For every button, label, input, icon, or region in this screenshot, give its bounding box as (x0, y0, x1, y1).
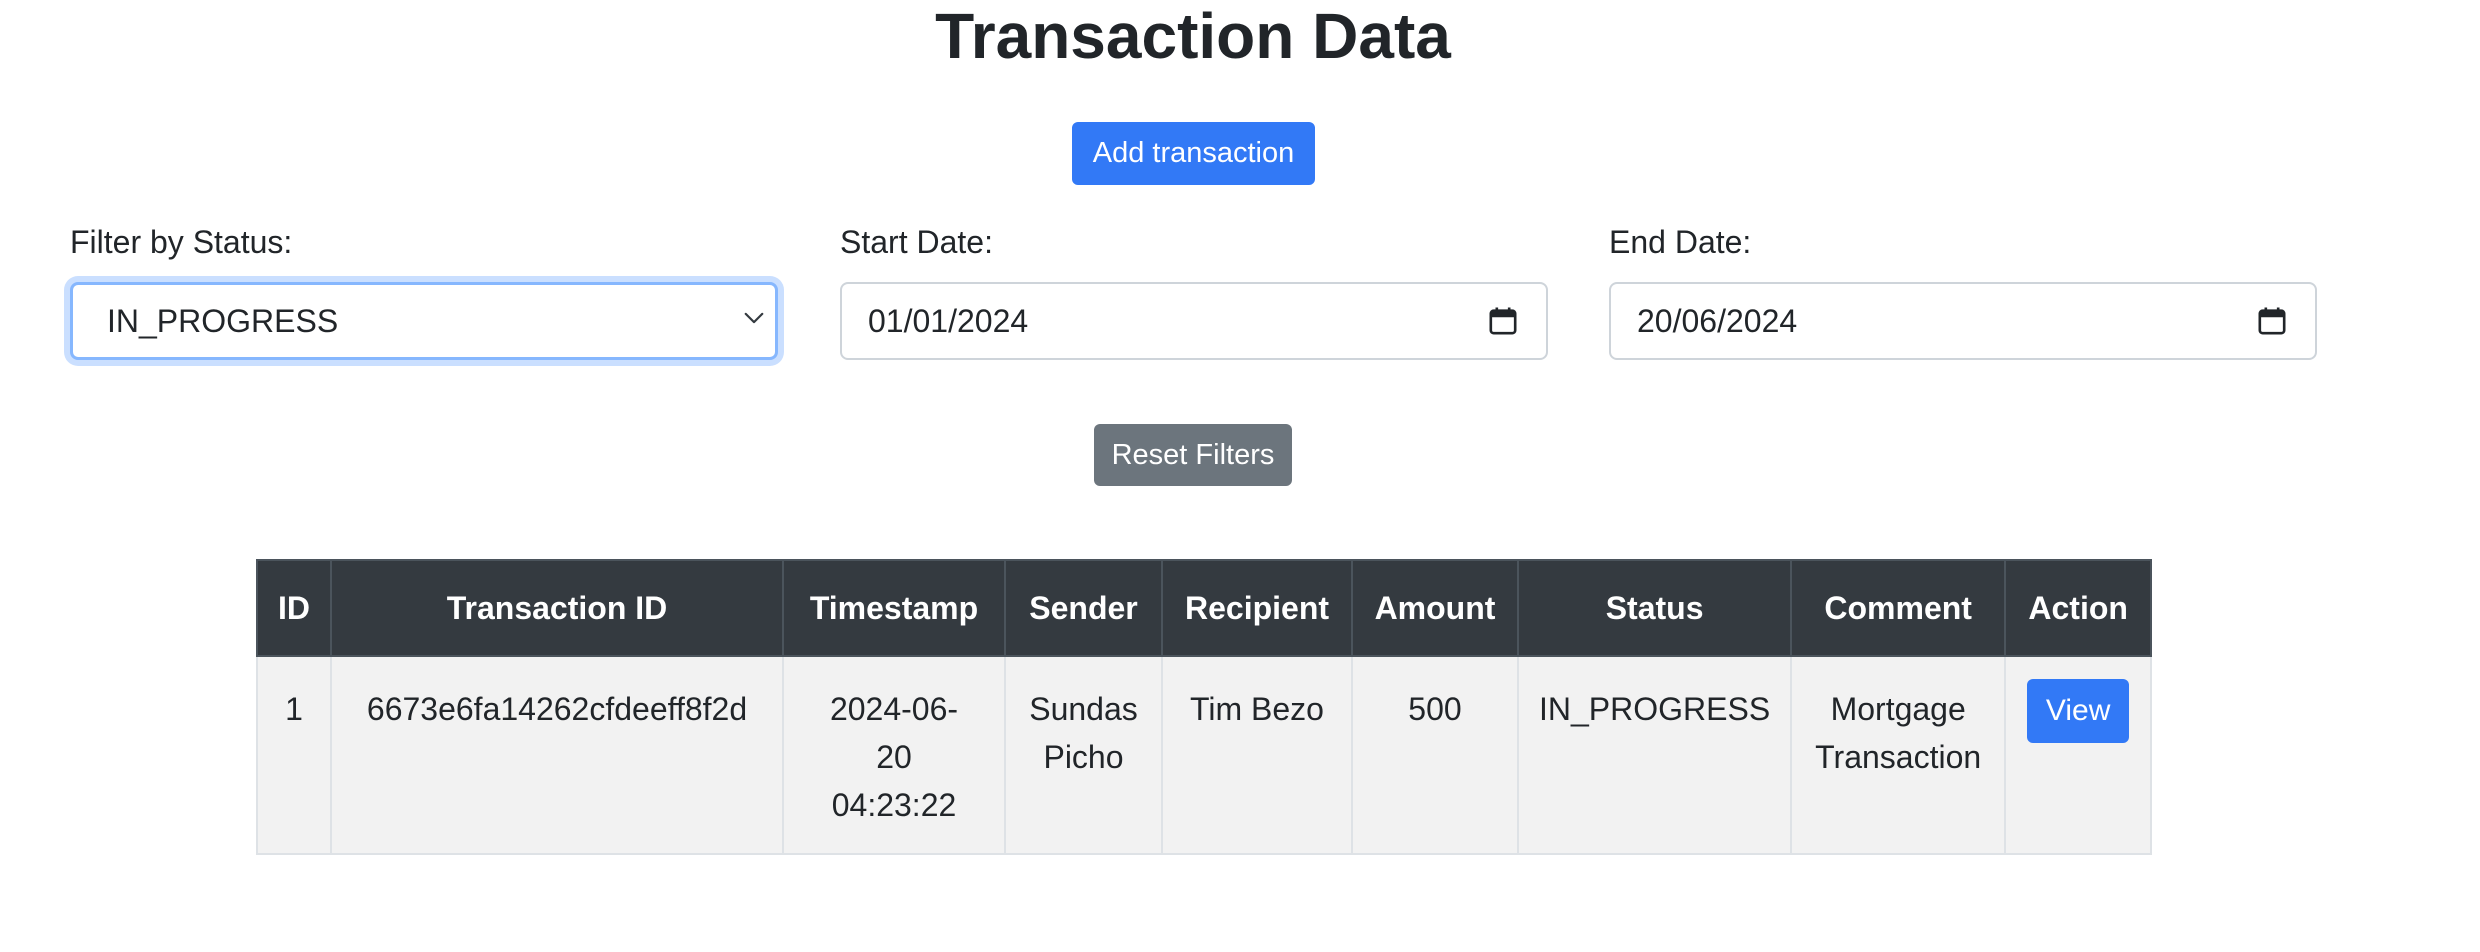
start-date-label: Start Date: (840, 224, 993, 260)
cell-sender-text: Sundas Picho (1029, 691, 1138, 775)
header-amount: Amount (1351, 559, 1519, 657)
cell-action: View (2004, 655, 2153, 855)
view-button[interactable]: View (2027, 679, 2130, 743)
header-comment: Comment (1790, 559, 2007, 657)
header-recipient: Recipient (1161, 559, 1353, 657)
calendar-icon[interactable] (1488, 306, 1518, 336)
transactions-table: ID Transaction ID Timestamp Sender Recip… (256, 559, 2153, 855)
end-date-value: 20/06/2024 (1637, 302, 1798, 339)
status-select-value: IN_PROGRESS (107, 302, 339, 339)
header-action: Action (2004, 559, 2153, 657)
start-date-value: 01/01/2024 (868, 302, 1029, 339)
table-body: 1 6673e6fa14262cfdeeff8f2d 2024-06-20 04… (256, 655, 2153, 855)
header-sender: Sender (1004, 559, 1163, 657)
cell-recipient: Tim Bezo (1161, 655, 1353, 855)
header-timestamp: Timestamp (782, 559, 1006, 657)
table-header-row: ID Transaction ID Timestamp Sender Recip… (256, 559, 2153, 657)
table-row: 1 6673e6fa14262cfdeeff8f2d 2024-06-20 04… (256, 655, 2153, 855)
end-date-label: End Date: (1609, 224, 1752, 260)
header-transaction-id: Transaction ID (330, 559, 784, 657)
table-header: ID Transaction ID Timestamp Sender Recip… (256, 559, 2153, 657)
cell-comment-text: Mortgage Transaction (1815, 691, 1982, 775)
cell-comment: Mortgage Transaction (1790, 655, 2007, 855)
status-select[interactable]: IN_PROGRESS (70, 282, 778, 360)
end-date-input[interactable]: 20/06/2024 (1609, 282, 2317, 360)
calendar-icon[interactable] (2257, 306, 2287, 336)
chevron-down-icon (744, 312, 764, 324)
status-filter-label: Filter by Status: (70, 224, 293, 260)
cell-timestamp: 2024-06-20 04:23:22 (782, 655, 1006, 855)
cell-status: IN_PROGRESS (1516, 655, 1793, 855)
transaction-page: Transaction Data Add transaction Filter … (0, 0, 2480, 952)
cell-transaction-id: 6673e6fa14262cfdeeff8f2d (330, 655, 784, 855)
cell-amount: 500 (1351, 655, 1519, 855)
cell-sender: Sundas Picho (1004, 655, 1163, 855)
status-filter-group: Filter by Status: IN_PROGRESS (70, 220, 780, 360)
cell-timestamp-text: 2024-06-20 04:23:22 (829, 691, 959, 823)
header-status: Status (1516, 559, 1793, 657)
cell-id: 1 (256, 655, 332, 855)
start-date-input[interactable]: 01/01/2024 (840, 282, 1548, 360)
page-title: Transaction Data (935, 0, 1451, 72)
add-transaction-button[interactable]: Add transaction (1072, 122, 1315, 185)
reset-filters-button[interactable]: Reset Filters (1094, 424, 1292, 486)
start-date-filter-group: Start Date: 01/01/2024 (840, 220, 1550, 360)
header-id: ID (256, 559, 332, 657)
end-date-filter-group: End Date: 20/06/2024 (1609, 220, 2319, 360)
